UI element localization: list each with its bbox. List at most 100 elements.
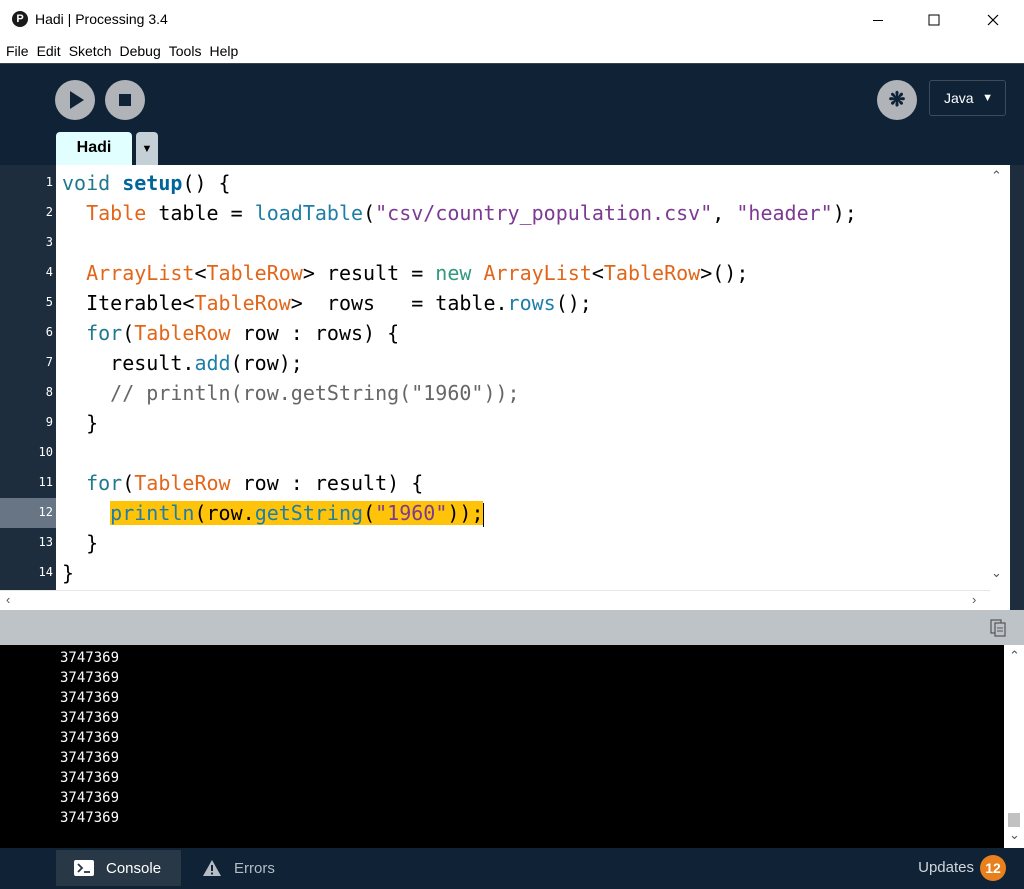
code-token: ( [122, 471, 135, 495]
maximize-icon [928, 14, 940, 26]
stop-button[interactable] [105, 80, 145, 120]
toolbar: ❋ Java ▼ Hadi ▼ [0, 63, 1024, 166]
console-line: 3747369 [60, 690, 120, 706]
chevron-left-icon[interactable]: ‹ [6, 592, 10, 607]
play-icon [70, 91, 84, 109]
code-token: ( [122, 321, 135, 345]
code-token: "csv/country_population.csv" [375, 201, 713, 225]
butterfly-debugger-icon: ❋ [888, 89, 906, 111]
code-token: TableRow [134, 471, 231, 495]
line-number: 1 [45, 175, 53, 189]
debugger-button[interactable]: ❋ [877, 80, 917, 120]
code-line[interactable]: } [62, 408, 98, 438]
code-token: Table [86, 201, 147, 225]
code-line[interactable]: for(TableRow row : rows) { [62, 318, 399, 348]
console-line: 3747369 [60, 730, 120, 746]
code-line[interactable]: void setup() { [62, 168, 231, 198]
menu-tools[interactable]: Tools [165, 40, 206, 62]
run-button[interactable] [55, 80, 95, 120]
code-token: for [86, 321, 123, 345]
console-line: 3747369 [60, 770, 120, 786]
menu-sketch[interactable]: Sketch [65, 40, 116, 62]
code-token: ArrayList [483, 261, 592, 285]
updates-label[interactable]: Updates [918, 859, 974, 876]
code-token: TableRow [194, 291, 291, 315]
code-token: >(); [700, 261, 749, 285]
code-token: > rows = table. [290, 291, 508, 315]
console-output[interactable]: 3747369 3747369 3747369 3747369 3747369 37473… [0, 645, 1004, 848]
code-token: Iterable< [62, 291, 195, 315]
code-line[interactable]: ArrayList<TableRow> result = new ArrayLi… [62, 258, 748, 288]
close-icon [987, 14, 999, 26]
tab-hadi[interactable]: Hadi [56, 132, 132, 166]
errors-tab[interactable]: Errors [184, 850, 294, 886]
console-scrollbar[interactable]: ⌃ ⌄ [1004, 645, 1024, 848]
chevron-right-icon[interactable]: › [972, 592, 976, 607]
console-tab[interactable]: Console [56, 850, 181, 886]
updates-count-badge[interactable]: 12 [980, 855, 1006, 881]
copy-console-icon[interactable] [990, 619, 1006, 637]
code-token: for [86, 471, 123, 495]
status-bar: Console Errors Updates 12 [0, 848, 1024, 889]
code-line[interactable]: result.add(row); [62, 348, 303, 378]
code-token: new [435, 261, 484, 285]
chevron-down-icon[interactable]: ⌄ [991, 565, 1002, 581]
line-number: 3 [45, 235, 53, 249]
code-token: < [194, 261, 207, 285]
code-line[interactable]: Iterable<TableRow> rows = table.rows(); [62, 288, 592, 318]
code-line[interactable]: } [62, 558, 74, 588]
minimize-icon [873, 20, 883, 21]
window-title: Hadi | Processing 3.4 [35, 11, 168, 27]
code-token: } [62, 411, 99, 435]
code-line[interactable]: // println(row.getString("1960")); [62, 378, 519, 408]
line-number: 11 [38, 475, 53, 489]
code-token: void [62, 171, 123, 195]
code-token: "1960" [375, 501, 448, 525]
maximize-button[interactable] [911, 0, 957, 40]
chevron-down-icon[interactable]: ⌄ [1009, 827, 1020, 843]
code-text-area[interactable]: void setup() { Table table = loadTable("… [56, 165, 986, 590]
console-line: 3747369 [60, 670, 120, 686]
code-token: ( [363, 201, 376, 225]
code-line[interactable]: for(TableRow row : result) { [62, 468, 423, 498]
code-token: table = [146, 201, 255, 225]
code-token: row : rows) { [230, 321, 400, 345]
line-number: 6 [45, 325, 53, 339]
close-button[interactable] [970, 0, 1016, 40]
chevron-up-icon[interactable]: ⌃ [1009, 648, 1020, 664]
code-token: row : result) { [230, 471, 424, 495]
line-number: 7 [45, 355, 53, 369]
menu-debug[interactable]: Debug [116, 40, 165, 62]
terminal-icon [74, 860, 94, 876]
console-divider[interactable] [0, 610, 1024, 645]
code-token: } [62, 561, 75, 585]
menu-edit[interactable]: Edit [33, 40, 65, 62]
code-line[interactable]: println(row.getString("1960")); [62, 498, 485, 528]
minimize-button[interactable] [855, 0, 901, 40]
code-line[interactable]: Table table = loadTable("csv/country_pop… [62, 198, 857, 228]
console-scroll-thumb[interactable] [1008, 813, 1020, 827]
code-token: rows [507, 291, 556, 315]
line-number: 9 [45, 415, 53, 429]
code-token: ArrayList [86, 261, 195, 285]
mode-selector[interactable]: Java ▼ [929, 80, 1006, 116]
menu-file[interactable]: File [0, 40, 33, 62]
console-line: 3747369 [60, 750, 120, 766]
chevron-down-icon: ▼ [982, 92, 993, 104]
code-token: (); [555, 291, 592, 315]
code-token: } [62, 531, 99, 555]
editor-vertical-scrollbar[interactable]: ⌃ ⌄ [986, 165, 1010, 590]
console-line: 3747369 [60, 810, 120, 826]
chevron-up-icon[interactable]: ⌃ [991, 168, 1002, 184]
tab-menu-button[interactable]: ▼ [136, 132, 158, 166]
code-token: > result = [302, 261, 436, 285]
code-line[interactable]: } [62, 528, 98, 558]
editor-horizontal-scrollbar[interactable]: ‹ › [0, 590, 990, 611]
title-bar: P Hadi | Processing 3.4 [0, 0, 1024, 40]
menu-help[interactable]: Help [205, 40, 242, 62]
mode-label: Java [944, 90, 974, 106]
line-number: 13 [38, 535, 53, 549]
